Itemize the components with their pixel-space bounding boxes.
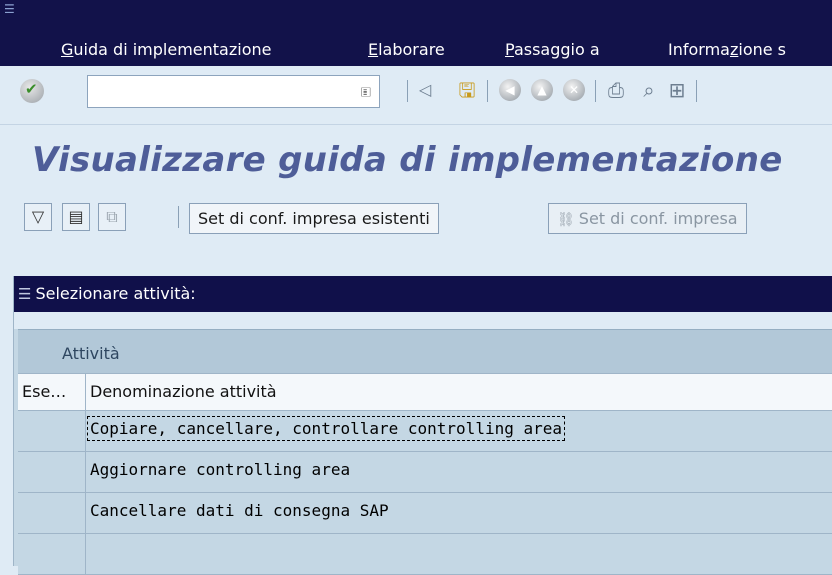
bc-sets-disabled-button[interactable]: ⛓ Set di conf. impresa [548,203,747,234]
toolbar-separator [487,80,488,102]
row-activity-name[interactable]: Cancellare dati di consegna SAP [90,501,389,520]
menu-icon[interactable]: ☰ [4,2,18,16]
toolbar-separator [595,80,596,102]
filter-icon[interactable]: ▽ [24,203,52,231]
find-next-icon[interactable]: ⊞ [664,76,690,104]
menu-guida[interactable]: Guida di implementazione [61,40,271,59]
bc-sets-disabled-label: Set di conf. impresa [578,209,738,228]
cancel-icon[interactable]: ✕ [563,79,585,101]
details-icon[interactable]: ▤ [62,203,90,231]
menu-elaborare[interactable]: Elaborare [368,40,445,59]
print-icon[interactable]: ⎙ [603,76,629,104]
row-exec-cell[interactable] [18,534,86,574]
panel-spacer [14,312,832,329]
back-icon[interactable]: ◀ [499,79,521,101]
menu-informazione[interactable]: Informazione s [668,40,786,59]
application-toolbar: ▽ ▤ ⧉ Set di conf. impresa esistenti ⛓ Se… [0,194,832,244]
panel-title: Selezionare attività: [35,284,196,303]
column-group-header: Attività [18,329,832,374]
find-icon[interactable]: ⌕ [636,76,662,104]
column-header-exec[interactable]: Ese… [18,374,86,410]
select-activity-panel: ☰ Selezionare attività: Attività Ese… Den… [13,276,832,575]
toolbar-separator [407,80,408,102]
row-exec-cell[interactable] [18,452,86,492]
menu-passaggio[interactable]: Passaggio a [505,40,600,59]
command-field[interactable]: 🗉 [87,75,380,108]
panel-title-bar: ☰ Selezionare attività: [14,276,832,312]
table-row[interactable]: Cancellare dati di consegna SAP [18,493,832,534]
toolbar-separator [696,80,697,102]
table-row[interactable]: Aggiornare controlling area [18,452,832,493]
row-activity-name[interactable]: Aggiornare controlling area [90,460,350,479]
standard-toolbar: 🗉 ◁ 🖫 ◀ ▲ ✕ ⎙ ⌕ ⊞ [0,66,832,125]
table-row[interactable]: Copiare, cancellare, controllare control… [18,411,832,452]
panel-menu-icon[interactable]: ☰ [18,285,31,303]
row-exec-cell[interactable] [18,493,86,533]
table-row[interactable] [18,534,832,575]
back-triangle-icon[interactable]: ◁ [412,76,438,104]
row-activity-name[interactable]: Copiare, cancellare, controllare control… [86,416,566,441]
save-icon[interactable]: 🖫 [454,76,480,104]
enter-check-icon[interactable] [20,79,44,103]
command-history-icon[interactable]: 🗉 [361,82,371,106]
column-header-name[interactable]: Denominazione attività [90,374,277,410]
group-label: Attività [62,344,120,363]
copy-icon[interactable]: ⧉ [98,203,126,231]
table-header: Ese… Denominazione attività [18,373,832,411]
row-exec-cell[interactable] [18,411,86,451]
page-title: Visualizzare guida di implementazione [32,140,783,180]
existing-bc-sets-button[interactable]: Set di conf. impresa esistenti [189,203,439,234]
exit-icon[interactable]: ▲ [531,79,553,101]
toolbar-separator [178,206,179,228]
menu-bar: ☰ Guida di implementazione Elaborare Pas… [0,0,832,66]
link-icon: ⛓ [557,212,575,228]
